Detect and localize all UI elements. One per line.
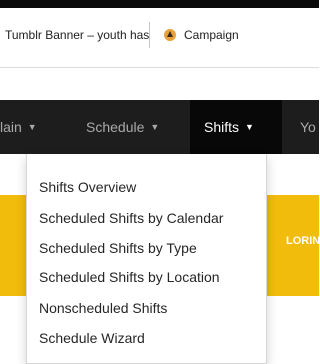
caret-down-icon: ▼ — [27, 122, 37, 132]
tab-strip-divider — [0, 67, 319, 68]
main-navbar: lain ▼ Schedule ▼ Shifts ▼ Yo — [0, 100, 319, 154]
nav-shifts[interactable]: Shifts ▼ — [190, 100, 282, 154]
menu-item-scheduled-shifts-by-calendar[interactable]: Scheduled Shifts by Calendar — [39, 210, 223, 226]
nav-main[interactable]: lain ▼ — [0, 100, 37, 154]
browser-tab-label: Campaign — [184, 28, 239, 42]
nav-schedule-label: Schedule — [86, 119, 145, 135]
nav-yo[interactable]: Yo — [300, 100, 316, 154]
menu-item-nonscheduled-shifts[interactable]: Nonscheduled Shifts — [39, 300, 167, 316]
nav-yo-label: Yo — [300, 119, 316, 135]
menu-item-scheduled-shifts-by-type[interactable]: Scheduled Shifts by Type — [39, 240, 197, 256]
menu-item-schedule-wizard[interactable]: Schedule Wizard — [39, 330, 145, 346]
browser-top-bar — [0, 0, 319, 8]
menu-item-scheduled-shifts-by-location[interactable]: Scheduled Shifts by Location — [39, 269, 220, 285]
caret-down-icon: ▼ — [150, 122, 160, 132]
shifts-dropdown-menu: Shifts Overview Scheduled Shifts by Cale… — [26, 154, 267, 364]
banner-text: LORING — [286, 235, 320, 247]
browser-tab-tumblr-banner[interactable]: Tumblr Banner – youth has — [0, 22, 150, 48]
browser-tab-strip: Tumblr Banner – youth has Campaign — [0, 8, 319, 68]
campaign-favicon-icon — [164, 29, 176, 41]
menu-item-shifts-overview[interactable]: Shifts Overview — [39, 179, 136, 195]
browser-tab-label: Tumblr Banner – youth has — [5, 28, 150, 42]
nav-shifts-label: Shifts — [204, 119, 240, 135]
nav-main-label: lain — [0, 119, 22, 135]
caret-down-icon: ▼ — [245, 122, 254, 132]
nav-schedule[interactable]: Schedule ▼ — [86, 100, 159, 154]
browser-tab-campaign[interactable]: Campaign — [155, 22, 319, 48]
